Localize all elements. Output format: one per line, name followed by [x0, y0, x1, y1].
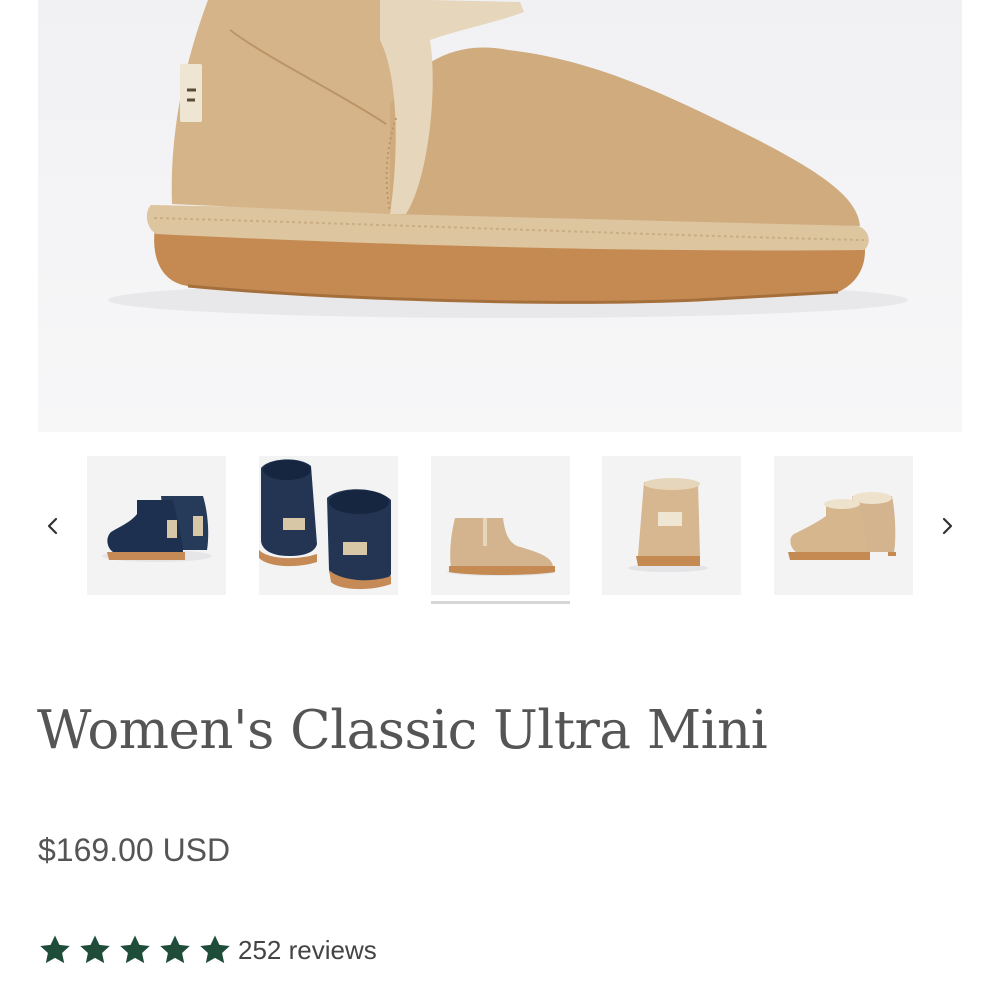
star-icon: [40, 935, 70, 964]
navy-boots-pair-back-image: [259, 459, 391, 590]
product-title: Women's Classic Ultra Mini: [37, 700, 768, 761]
thumbnail-2[interactable]: [259, 456, 398, 595]
carousel-prev-button[interactable]: [38, 511, 68, 541]
chestnut-boot-side-image: [447, 518, 555, 576]
thumbnail-4[interactable]: [602, 456, 741, 595]
chevron-left-icon: [47, 517, 58, 535]
reviews-link[interactable]: 252 reviews: [238, 935, 377, 966]
chestnut-boot-back-image: [628, 478, 708, 572]
product-rating[interactable]: 252 reviews: [38, 930, 377, 970]
star-icon: [120, 935, 150, 964]
product-price: $169.00 USD: [38, 832, 231, 868]
thumbnail-5[interactable]: [774, 456, 913, 595]
navy-boots-pair-side-image: [102, 496, 212, 562]
rating-stars: [38, 933, 238, 967]
thumbnail-1[interactable]: [87, 456, 226, 595]
boot-illustration: [108, 0, 908, 318]
thumbnail-3-selected[interactable]: [431, 456, 570, 595]
chevron-right-icon: [942, 517, 953, 535]
star-icon: [80, 935, 110, 964]
star-icon: [160, 935, 190, 964]
chestnut-boots-pair-angle-image: [788, 492, 896, 560]
selected-thumbnail-indicator: [431, 601, 570, 604]
main-product-image[interactable]: [38, 0, 962, 432]
star-icon: [200, 935, 230, 964]
carousel-next-button[interactable]: [932, 511, 962, 541]
